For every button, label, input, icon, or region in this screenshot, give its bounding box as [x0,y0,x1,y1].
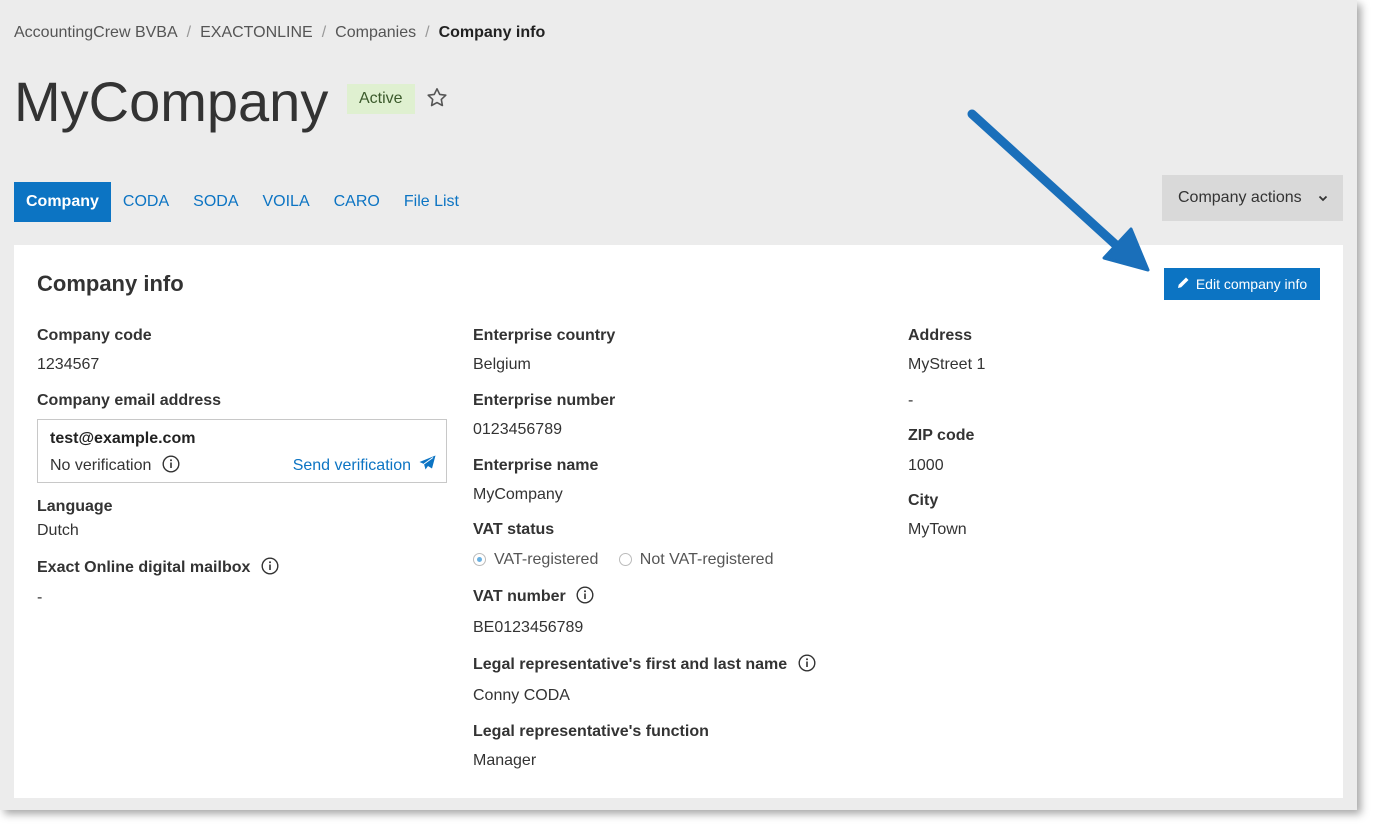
company-actions-label: Company actions [1178,189,1302,206]
company-code-value: 1234567 [37,356,100,373]
breadcrumb-item-companies[interactable]: Companies [335,24,416,41]
enterprise-country-value: Belgium [473,356,531,373]
radio-selected[interactable] [473,553,486,566]
vat-status-radio-group: VAT-registered Not VAT-registered [473,551,789,569]
language-label: Language [37,498,113,515]
chevron-down-icon [1317,191,1329,209]
vat-number-value: BE0123456789 [473,619,584,636]
zip-code-label: ZIP code [908,427,975,444]
tab-file-list[interactable]: File List [392,182,471,222]
tab-voila[interactable]: VOILA [250,182,321,222]
not-vat-registered-option[interactable]: Not VAT-registered [618,551,774,568]
info-icon[interactable] [798,654,816,677]
app-window: AccountingCrew BVBA / EXACTONLINE / Companie… [0,0,1357,810]
breadcrumb-item-accountingcrew[interactable]: AccountingCrew BVBA [14,24,178,41]
rep-name-label: Legal representative's first and last na… [473,654,816,677]
breadcrumb-separator: / [321,24,327,41]
enterprise-number-label: Enterprise number [473,392,616,409]
card-title: Company info [37,271,184,296]
email-box: test@example.com No verification Send ve… [37,419,447,483]
send-verification-link[interactable]: Send verification [293,455,436,476]
breadcrumb-item-exactonline[interactable]: EXACTONLINE [200,24,313,41]
enterprise-name-label: Enterprise name [473,457,599,474]
info-icon[interactable] [162,455,180,478]
info-icon[interactable] [576,586,594,609]
vat-registered-label: VAT-registered [494,551,599,568]
paper-plane-icon [419,455,436,476]
language-value: Dutch [37,522,79,539]
company-code-label: Company code [37,327,152,344]
status-badge: Active [347,84,415,114]
city-value: MyTown [908,521,967,538]
not-vat-registered-label: Not VAT-registered [639,551,774,568]
company-email-label: Company email address [37,392,222,409]
company-info-card: Company info Edit company info Company c… [14,245,1343,798]
tab-coda[interactable]: CODA [111,182,181,222]
mailbox-label: Exact Online digital mailbox [37,557,279,580]
tab-company[interactable]: Company [14,182,111,222]
breadcrumb-separator: / [186,24,192,41]
tab-caro[interactable]: CARO [322,182,392,222]
rep-name-value: Conny CODA [473,687,570,704]
pencil-icon [1177,276,1190,292]
rep-function-value: Manager [473,752,537,769]
edit-company-info-button[interactable]: Edit company info [1164,268,1320,300]
send-verification-label: Send verification [292,456,411,474]
info-icon[interactable] [261,557,279,580]
zip-code-value: 1000 [908,457,944,474]
verification-status-text: No verification [50,457,152,474]
rep-function-label: Legal representative's function [473,723,709,740]
mailbox-value: - [37,589,43,606]
favorite-star-icon[interactable] [425,86,449,115]
address-line2-value: - [908,392,914,409]
vat-number-label-text: VAT number [473,588,566,605]
vat-number-label: VAT number [473,586,594,609]
enterprise-number-value: 0123456789 [473,421,562,438]
city-label: City [908,492,939,509]
mailbox-label-text: Exact Online digital mailbox [37,559,251,576]
breadcrumb-separator: / [425,24,430,41]
breadcrumb: AccountingCrew BVBA / EXACTONLINE / Companie… [14,24,545,42]
breadcrumb-current: Company info [438,24,546,41]
vat-registered-option[interactable]: VAT-registered [473,551,598,568]
tab-soda[interactable]: SODA [181,182,250,222]
verification-status: No verification [50,455,180,478]
tab-bar: Company CODA SODA VOILA CARO File List [14,182,471,222]
enterprise-name-value: MyCompany [473,486,563,503]
address-label: Address [908,327,973,344]
company-actions-dropdown[interactable]: Company actions [1162,175,1343,221]
radio-unselected[interactable] [618,553,632,566]
edit-company-info-label: Edit company info [1195,276,1308,292]
page-title: MyCompany [14,70,329,133]
rep-name-label-text: Legal representative's first and last na… [473,656,788,673]
enterprise-country-label: Enterprise country [473,327,616,344]
vat-status-label: VAT status [473,521,555,538]
address-line1-value: MyStreet 1 [908,356,986,373]
email-value: test@example.com [50,430,196,447]
